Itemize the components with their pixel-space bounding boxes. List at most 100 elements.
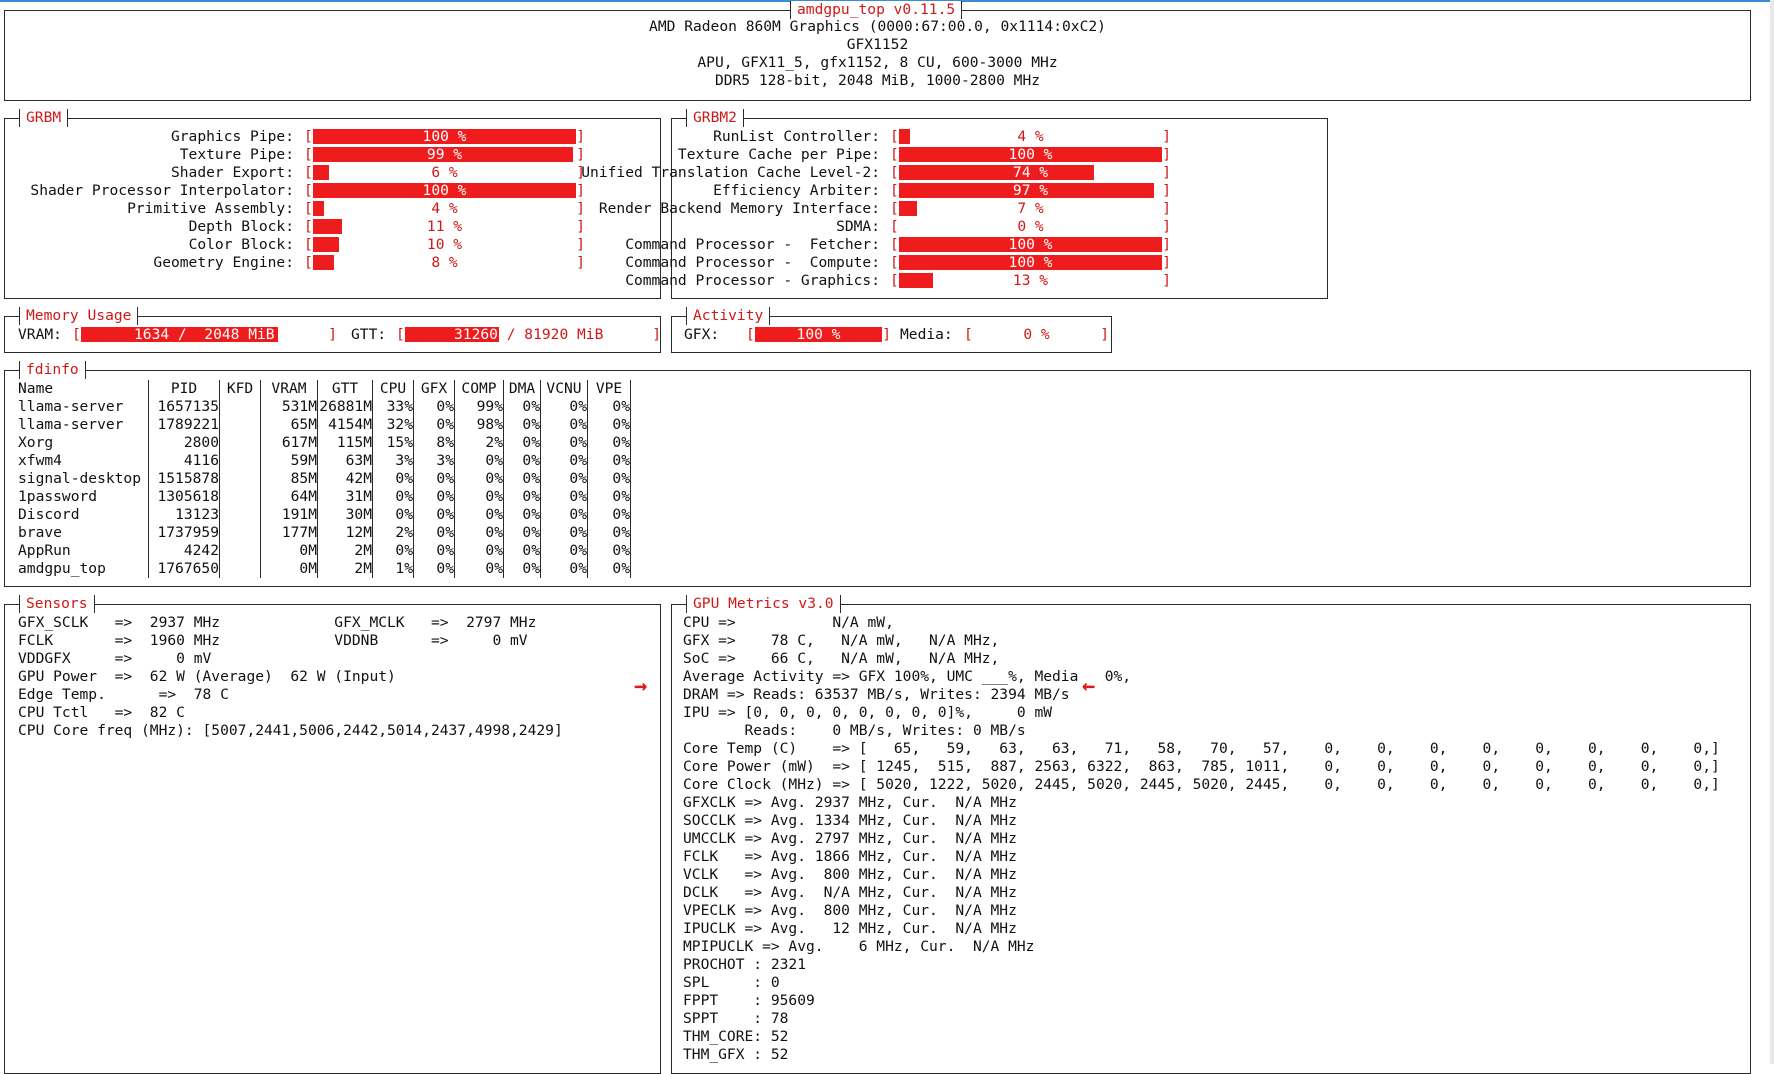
process-cell	[219, 398, 261, 416]
process-cell: 0%	[540, 398, 588, 416]
gpu-metrics-title: GPU Metrics v3.0	[686, 595, 841, 613]
device-memory-info: DDR5 128-bit, 2048 MiB, 1000-2800 MHz	[714, 72, 1041, 89]
gpu-metric-line: Core Clock (MHz) => [ 5020, 1222, 5020, …	[683, 776, 1720, 793]
gtt-label: GTT:	[351, 326, 387, 343]
grbm-item-bar: [8 %]	[304, 254, 585, 271]
scrollbar[interactable]	[1770, 0, 1774, 1064]
process-cell: 0%	[540, 452, 588, 470]
grbm-item-label: Shader Processor Interpolator:	[30, 182, 294, 199]
column-header: KFD	[219, 380, 261, 398]
process-cell: 0%	[587, 506, 631, 524]
process-cell: xfwm4	[18, 452, 149, 470]
grbm2-item-bar: [100 %]	[890, 146, 1171, 163]
process-cell: 0%	[540, 524, 588, 542]
process-cell: 0%	[372, 488, 414, 506]
process-cell: 1305618	[148, 488, 220, 506]
process-cell: 1515878	[148, 470, 220, 488]
grbm2-item-label: Unified Translation Cache Level-2:	[581, 164, 880, 181]
memory-usage-panel: Memory Usage VRAM: [ 1634 / 2048 MiB ] G…	[4, 307, 661, 353]
device-name: AMD Radeon 860M Graphics (0000:67:00.0, …	[649, 18, 1106, 35]
grbm2-item-bar: [7 %]	[890, 200, 1171, 217]
activity-title: Activity	[686, 307, 771, 325]
device-gfx-target: GFX1152	[846, 36, 909, 53]
process-cell: 0%	[540, 542, 588, 560]
process-cell: 0%	[454, 470, 504, 488]
sensor-clocks-line: GFX_SCLK => 2937 MHz GFX_MCLK => 2797 MH…	[18, 614, 537, 631]
grbm-item-bar: [99 %]	[304, 146, 585, 163]
grbm2-item-bar: [74 %]	[890, 164, 1171, 181]
grbm-item-label: Geometry Engine:	[153, 254, 294, 271]
process-row: 1password 1305618 64M 31M 0% 0% 0% 0% 0% 0%	[18, 488, 631, 506]
gpu-metric-line: GFX => 78 C, N/A mW, N/A MHz,	[683, 632, 1000, 649]
bracket-close: ]	[1162, 146, 1171, 163]
grbm2-item-value: 100 %	[1008, 236, 1053, 253]
grbm2-panel: GRBM2 RunList Controller: [4 %] Texture Ca…	[581, 109, 1328, 299]
left-annotation-arrow-icon: →	[634, 674, 648, 699]
gpu-metrics-panel: GPU Metrics v3.0 CPU => N/A mW, GFX => 78…	[671, 595, 1751, 1074]
process-cell: 4116	[148, 452, 220, 470]
bracket-close: ]	[328, 326, 337, 343]
gpu-metric-line: THM_CORE: 52	[683, 1028, 789, 1045]
process-cell: 0M	[260, 560, 318, 578]
sensor-cpu-tctl-line: CPU Tctl => 82 C	[18, 704, 185, 721]
process-cell: 0%	[413, 416, 455, 434]
process-cell: 0%	[454, 506, 504, 524]
gpu-metric-line: CPU => N/A mW,	[683, 614, 894, 631]
grbm2-item-value: 7 %	[1017, 200, 1044, 217]
bracket-close: ]	[1162, 164, 1171, 181]
gfx-activity-text: 100 %	[796, 326, 841, 343]
grbm2-item-value: 4 %	[1017, 128, 1044, 145]
process-cell: 0%	[503, 506, 541, 524]
process-row: Discord 13123 191M 30M 0% 0% 0% 0% 0% 0%	[18, 506, 631, 524]
grbm2-item-value: 100 %	[1008, 146, 1053, 163]
gpu-metric-line: FCLK => Avg. 1866 MHz, Cur. N/A MHz	[683, 848, 1017, 865]
grbm2-item-value: 100 %	[1008, 254, 1053, 271]
process-cell	[219, 452, 261, 470]
gpu-metric-line: SPL : 0	[683, 974, 780, 991]
process-cell	[219, 434, 261, 452]
process-cell: 0%	[587, 398, 631, 416]
bracket-close: ]	[1162, 128, 1171, 145]
process-cell: 0%	[587, 488, 631, 506]
process-cell: 0%	[503, 470, 541, 488]
gpu-metric-line: MPIPUCLK => Avg. 6 MHz, Cur. N/A MHz	[683, 938, 1035, 955]
process-cell: 0%	[587, 542, 631, 560]
process-cell: 0%	[503, 416, 541, 434]
process-cell: 0%	[587, 452, 631, 470]
process-cell: 98%	[454, 416, 504, 434]
gfx-activity-label: GFX:	[684, 326, 720, 343]
bracket-close: ]	[882, 326, 891, 343]
process-cell: 4242	[148, 542, 220, 560]
process-row: AppRun 4242 0M 2M 0% 0% 0% 0% 0% 0%	[18, 542, 631, 560]
process-row: llama-server 1657135 531M 26881M 33% 0% 99% 0% 0…	[18, 398, 631, 416]
gpu-metric-line: IPUCLK => Avg. 12 MHz, Cur. N/A MHz	[683, 920, 1017, 937]
process-cell: 177M	[260, 524, 318, 542]
process-cell: 3%	[372, 452, 414, 470]
grbm-item-label: Graphics Pipe:	[170, 128, 294, 145]
sensors-panel: Sensors GFX_SCLK => 2937 MHz GFX_MCLK =>…	[4, 595, 661, 1074]
grbm2-item-bar: [97 %]	[890, 182, 1171, 199]
process-cell: 0%	[587, 470, 631, 488]
grbm-panel: GRBM Graphics Pipe: [100 %] Texture Pipe: […	[4, 109, 661, 299]
process-cell: 617M	[260, 434, 318, 452]
process-cell: 2M	[317, 560, 373, 578]
process-cell: 42M	[317, 470, 373, 488]
gpu-metric-line: PROCHOT : 2321	[683, 956, 807, 973]
bracket-close: ]	[652, 326, 661, 343]
grbm-item-label: Color Block:	[188, 236, 294, 253]
bracket-open: [	[396, 326, 405, 343]
process-cell: 0%	[540, 416, 588, 434]
process-cell: 0%	[372, 470, 414, 488]
vram-usage-text: 1634 / 2048 MiB	[134, 326, 275, 343]
media-activity-text: 0 %	[1023, 326, 1050, 343]
column-header: VPE	[587, 380, 631, 398]
process-cell: 59M	[260, 452, 318, 470]
grbm2-item-label: Command Processor - Graphics:	[625, 272, 880, 289]
grbm2-item-bar: [0 %]	[890, 218, 1171, 235]
process-cell: 0%	[413, 560, 455, 578]
right-annotation-arrow-icon: ←	[1082, 674, 1096, 699]
process-cell: signal-desktop	[18, 470, 149, 488]
column-header: Name	[18, 380, 149, 398]
process-row: signal-desktop 1515878 85M 42M 0% 0% 0% 0% 0% 0%	[18, 470, 631, 488]
process-cell: 1767650	[148, 560, 220, 578]
